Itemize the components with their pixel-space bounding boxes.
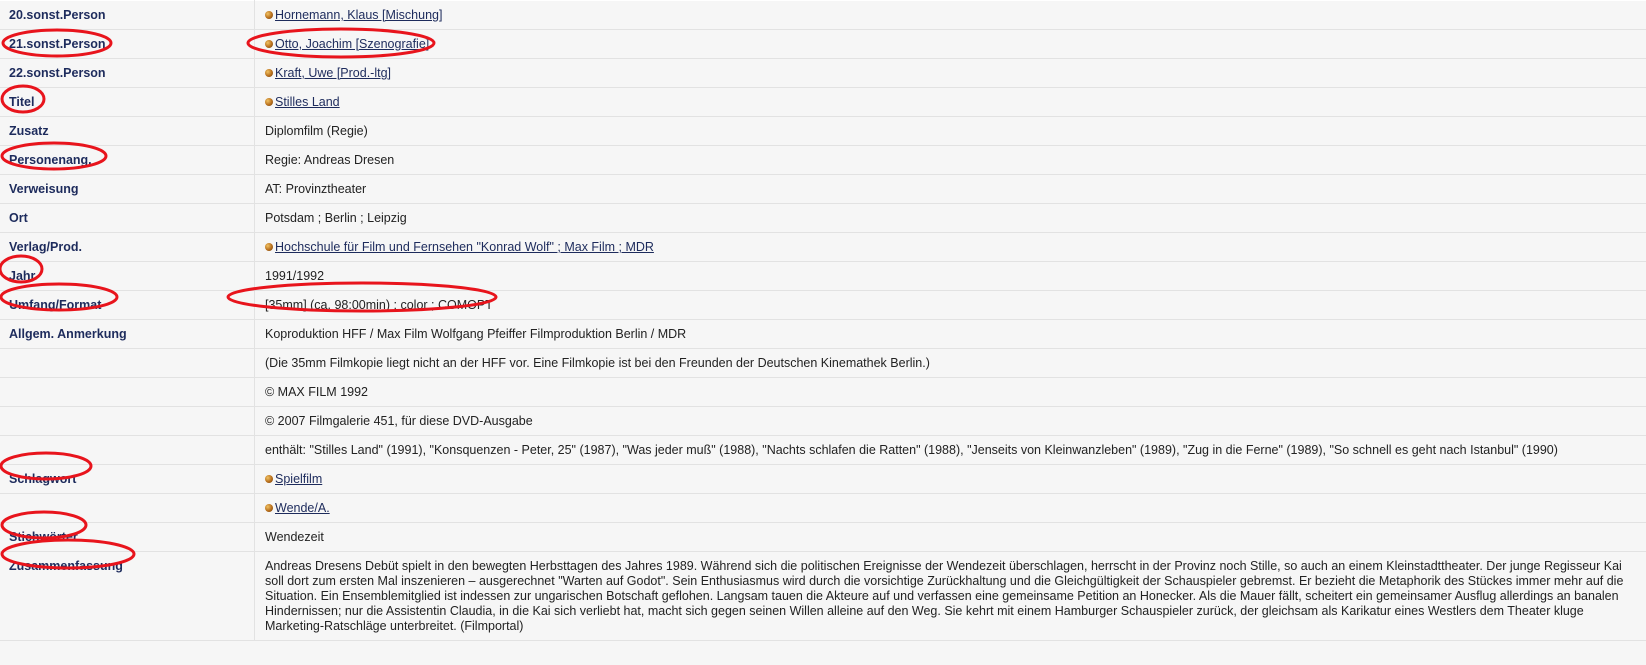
- field-label: [0, 377, 255, 407]
- field-value-link[interactable]: Spielfilm: [275, 472, 322, 486]
- orange-bullet-icon: [265, 504, 273, 512]
- orange-bullet-icon: [265, 69, 273, 77]
- field-label: Zusammenfassung: [0, 551, 255, 641]
- field-label: [0, 348, 255, 378]
- field-label: Zusatz: [0, 116, 255, 146]
- field-value: Wendezeit: [254, 522, 1646, 552]
- field-value: [35mm] (ca. 98:00min) ; color ; COMOPT: [254, 290, 1646, 320]
- record-row: Wende/A.: [0, 493, 1646, 523]
- record-row: enthält: "Stilles Land" (1991), "Konsque…: [0, 435, 1646, 465]
- field-value: Kraft, Uwe [Prod.-ltg]: [254, 58, 1646, 88]
- field-value-text: Diplomfilm (Regie): [265, 124, 368, 138]
- field-value-text: AT: Provinztheater: [265, 182, 367, 196]
- field-value-link[interactable]: Stilles Land: [275, 95, 340, 109]
- orange-bullet-icon: [265, 243, 273, 251]
- field-value: Andreas Dresens Debüt spielt in den bewe…: [254, 551, 1646, 641]
- field-value-text: © 2007 Filmgalerie 451, für diese DVD-Au…: [265, 414, 533, 428]
- field-label: Titel: [0, 87, 255, 117]
- record-row: Schlagwort Spielfilm: [0, 464, 1646, 494]
- record-row: Allgem. Anmerkung Koproduktion HFF / Max …: [0, 319, 1646, 349]
- field-value: Wende/A.: [254, 493, 1646, 523]
- field-value: © 2007 Filmgalerie 451, für diese DVD-Au…: [254, 406, 1646, 436]
- field-value-link[interactable]: Wende/A.: [275, 501, 330, 515]
- record-row: Umfang/Format [35mm] (ca. 98:00min) ; col…: [0, 290, 1646, 320]
- field-value: © MAX FILM 1992: [254, 377, 1646, 407]
- field-value-text: Wendezeit: [265, 530, 324, 544]
- record-row: © 2007 Filmgalerie 451, für diese DVD-Au…: [0, 406, 1646, 436]
- field-value: Otto, Joachim [Szenografie]: [254, 29, 1646, 59]
- orange-bullet-icon: [265, 475, 273, 483]
- field-value-link[interactable]: Otto, Joachim [Szenografie]: [275, 37, 429, 51]
- field-value-link[interactable]: Hochschule für Film und Fernsehen "Konra…: [275, 240, 654, 254]
- field-value-text: © MAX FILM 1992: [265, 385, 368, 399]
- field-value-text: enthält: "Stilles Land" (1991), "Konsque…: [265, 443, 1558, 457]
- record-row: Titel Stilles Land: [0, 87, 1646, 117]
- field-value-text: 1991/1992: [265, 269, 325, 283]
- field-value-text: Potsdam ; Berlin ; Leipzig: [265, 211, 407, 225]
- field-label: 21.sonst.Person: [0, 29, 255, 59]
- field-value-text: (Die 35mm Filmkopie liegt nicht an der H…: [265, 356, 930, 370]
- field-value: Regie: Andreas Dresen: [254, 145, 1646, 175]
- record-row: Zusatz Diplomfilm (Regie): [0, 116, 1646, 146]
- field-value-link[interactable]: Kraft, Uwe [Prod.-ltg]: [275, 66, 391, 80]
- record-row: Ort Potsdam ; Berlin ; Leipzig: [0, 203, 1646, 233]
- field-label: Stichwörter: [0, 522, 255, 552]
- field-value: Koproduktion HFF / Max Film Wolfgang Pfe…: [254, 319, 1646, 349]
- field-value: Hornemann, Klaus [Mischung]: [254, 0, 1646, 30]
- field-value: Diplomfilm (Regie): [254, 116, 1646, 146]
- orange-bullet-icon: [265, 98, 273, 106]
- record-row: Jahr 1991/1992: [0, 261, 1646, 291]
- field-value-text: Koproduktion HFF / Max Film Wolfgang Pfe…: [265, 327, 687, 341]
- field-value: Hochschule für Film und Fernsehen "Konra…: [254, 232, 1646, 262]
- field-value: Potsdam ; Berlin ; Leipzig: [254, 203, 1646, 233]
- field-value: AT: Provinztheater: [254, 174, 1646, 204]
- record-row: 22.sonst.Person Kraft, Uwe [Prod.-ltg]: [0, 58, 1646, 88]
- record-row: 21.sonst.Person Otto, Joachim [Szenografi…: [0, 29, 1646, 59]
- orange-bullet-icon: [265, 40, 273, 48]
- record-row: (Die 35mm Filmkopie liegt nicht an der H…: [0, 348, 1646, 378]
- field-label: Verlag/Prod.: [0, 232, 255, 262]
- field-label: Ort: [0, 203, 255, 233]
- field-value: Spielfilm: [254, 464, 1646, 494]
- record-row: © MAX FILM 1992: [0, 377, 1646, 407]
- record-detail-table: 20.sonst.Person Hornemann, Klaus [Mischun…: [0, 0, 1646, 641]
- field-label: Schlagwort: [0, 464, 255, 494]
- field-label: [0, 493, 255, 523]
- record-row: Personenang. Regie: Andreas Dresen: [0, 145, 1646, 175]
- record-row: Stichwörter Wendezeit: [0, 522, 1646, 552]
- orange-bullet-icon: [265, 11, 273, 19]
- field-label: 20.sonst.Person: [0, 0, 255, 30]
- record-row: 20.sonst.Person Hornemann, Klaus [Mischun…: [0, 0, 1646, 30]
- field-value: Stilles Land: [254, 87, 1646, 117]
- field-label: Umfang/Format: [0, 290, 255, 320]
- field-value: 1991/1992: [254, 261, 1646, 291]
- field-value-link[interactable]: Hornemann, Klaus [Mischung]: [275, 8, 442, 22]
- field-value-text: Regie: Andreas Dresen: [265, 153, 395, 167]
- record-row: Verlag/Prod. Hochschule für Film und Fern…: [0, 232, 1646, 262]
- field-label: Verweisung: [0, 174, 255, 204]
- record-row: Zusammenfassung Andreas Dresens Debüt spi…: [0, 551, 1646, 641]
- field-label: Personenang.: [0, 145, 255, 175]
- field-value-text: [35mm] (ca. 98:00min) ; color ; COMOPT: [265, 298, 493, 312]
- field-value: (Die 35mm Filmkopie liegt nicht an der H…: [254, 348, 1646, 378]
- field-value-text: Andreas Dresens Debüt spielt in den bewe…: [265, 559, 1624, 633]
- field-value: enthält: "Stilles Land" (1991), "Konsque…: [254, 435, 1646, 465]
- field-label: Allgem. Anmerkung: [0, 319, 255, 349]
- field-label: Jahr: [0, 261, 255, 291]
- record-row: Verweisung AT: Provinztheater: [0, 174, 1646, 204]
- field-label: [0, 435, 255, 465]
- field-label: [0, 406, 255, 436]
- field-label: 22.sonst.Person: [0, 58, 255, 88]
